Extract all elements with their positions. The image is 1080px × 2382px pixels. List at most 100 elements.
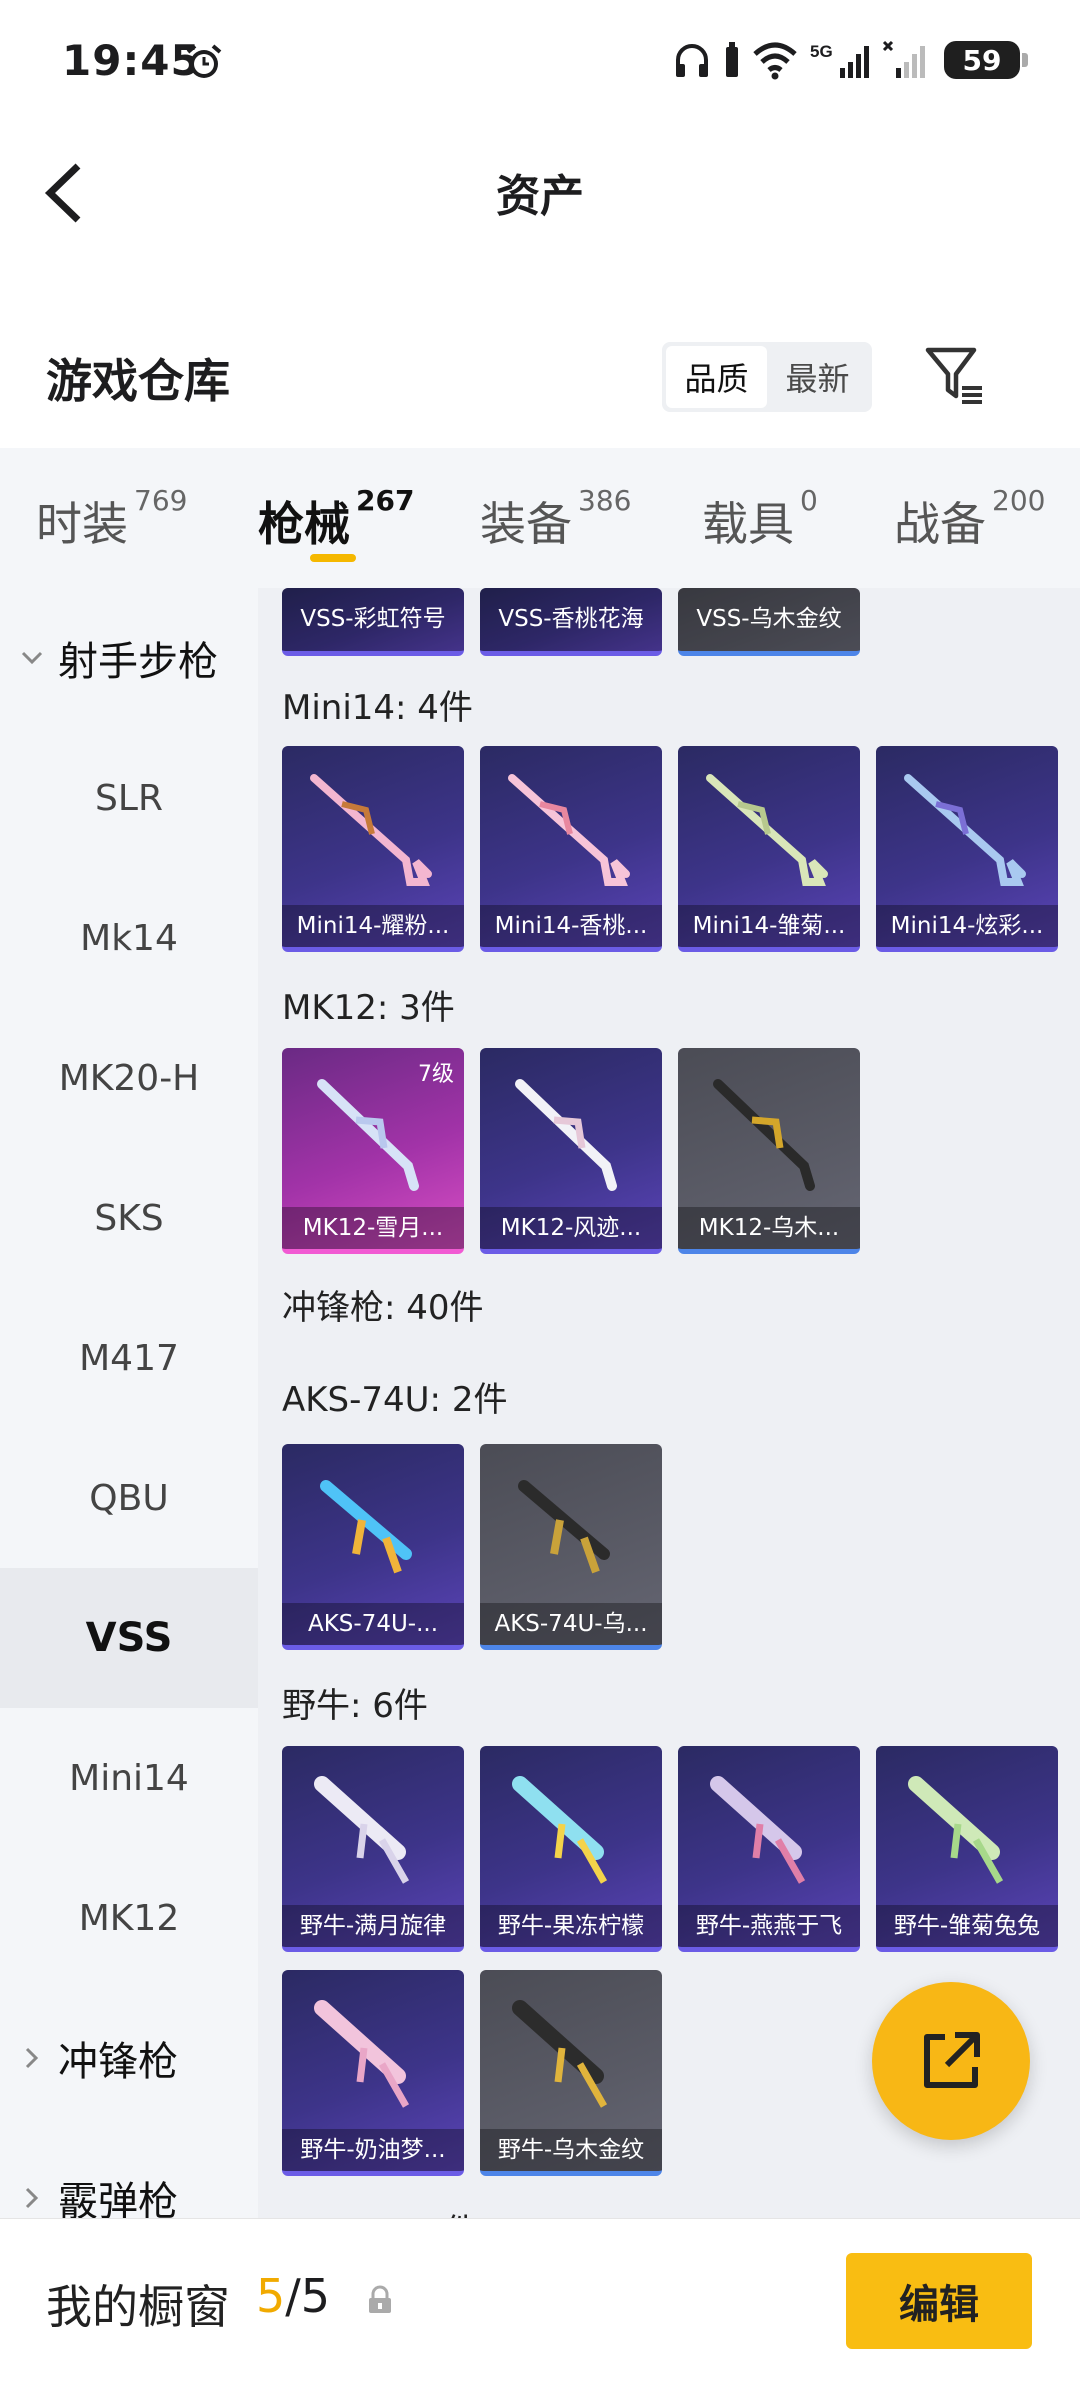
chevron-right-icon	[25, 2047, 39, 2069]
group-title-bizon: 野牛: 6件	[282, 1686, 428, 1726]
weapon-card[interactable]: 野牛-果冻柠檬	[480, 1746, 662, 1952]
tab-label: 载具	[702, 497, 794, 551]
weapon-name: 野牛-果冻柠檬	[480, 1905, 662, 1947]
sidebar-group-dmr[interactable]: 射手步枪	[0, 588, 258, 728]
weapon-card[interactable]: 野牛-雏菊兔兔	[876, 1746, 1058, 1952]
weapon-name: MK12-雪月...	[282, 1207, 464, 1249]
rifle-icon	[310, 774, 432, 886]
weapon-card[interactable]: VSS-乌木金纹	[678, 588, 860, 656]
weapon-name: Mini14-炫彩...	[876, 905, 1058, 947]
weapon-name: Mini14-耀粉...	[282, 905, 464, 947]
headphones-icon	[676, 44, 708, 77]
tab-equipment[interactable]: 装备 386	[480, 484, 631, 554]
tab-label: 时装	[36, 497, 128, 551]
smg-icon	[908, 1776, 1004, 1884]
group-title-smg: 冲锋枪: 40件	[282, 1288, 484, 1328]
showcase-label: 我的橱窗	[46, 2280, 230, 2334]
tab-label: 枪械	[258, 497, 350, 551]
battery-indicator: 59	[944, 41, 1028, 79]
sidebar-group-shotgun[interactable]: 霰弹枪	[0, 2128, 258, 2218]
weapon-card[interactable]: Mini14-雏菊...	[678, 746, 860, 952]
sidebar-item-mk12[interactable]: MK12	[0, 1848, 258, 1988]
status-icons: 5G 59	[672, 36, 1028, 84]
tab-vehicles[interactable]: 载具 0	[702, 484, 818, 554]
weapon-name: 野牛-燕燕于飞	[678, 1905, 860, 1947]
weapon-name: Mini14-雏菊...	[678, 905, 860, 947]
sidebar-item-vss[interactable]: VSS	[0, 1568, 258, 1708]
weapon-name: VSS-彩虹符号	[282, 588, 464, 651]
sidebar-item-label: 霰弹枪	[58, 2179, 178, 2218]
status-bar: 19:45 5G 59	[0, 0, 1080, 120]
weapon-name: MK12-风迹...	[480, 1207, 662, 1249]
weapon-card[interactable]: AKS-74U-乌...	[480, 1444, 662, 1650]
sidebar-item-sks[interactable]: SKS	[0, 1148, 258, 1288]
filter-icon[interactable]	[924, 344, 986, 406]
weapon-name: 野牛-雏菊兔兔	[876, 1905, 1058, 1947]
showcase-total: /5	[285, 2269, 331, 2323]
smg-icon	[512, 1776, 608, 1884]
sidebar-item-mk20h[interactable]: MK20-H	[0, 1008, 258, 1148]
weapon-card[interactable]: MK12-乌木...	[678, 1048, 860, 1254]
chevron-right-icon	[25, 2187, 39, 2209]
rifle-icon	[706, 774, 828, 886]
rifle-icon	[515, 1079, 617, 1191]
rifle-icon	[317, 1079, 419, 1191]
tab-supplies[interactable]: 战备 200	[894, 484, 1045, 554]
sidebar-item-m417[interactable]: M417	[0, 1288, 258, 1428]
weapon-name: VSS-香桃花海	[480, 588, 662, 651]
weapon-card[interactable]: Mini14-香桃...	[480, 746, 662, 952]
weapon-card[interactable]: 野牛-奶油梦...	[282, 1970, 464, 2176]
sort-toggle: 品质 最新	[662, 342, 872, 412]
wifi-icon	[753, 42, 797, 80]
weapon-card[interactable]: Mini14-炫彩...	[876, 746, 1058, 952]
active-tab-indicator	[310, 554, 356, 562]
weapon-grid: VSS-彩虹符号 VSS-香桃花海 VSS-乌木金纹 Mini14: 4件 Mi…	[258, 588, 1080, 2218]
tab-label: 装备	[480, 497, 572, 551]
weapon-type-sidebar: 射手步枪 SLR Mk14 MK20-H SKS M417 QBU VSS Mi…	[0, 588, 258, 2218]
category-tabs: 时装 769 枪械 267 装备 386 载具 0 战备 200	[0, 448, 1080, 588]
weapon-card[interactable]: Mini14-耀粉...	[282, 746, 464, 952]
tab-weapons[interactable]: 枪械 267	[258, 484, 414, 554]
sidebar-item-mini14[interactable]: Mini14	[0, 1708, 258, 1848]
rifle-icon	[713, 1079, 815, 1191]
smg-icon	[314, 2000, 410, 2108]
group-title-mini14: Mini14: 4件	[282, 688, 473, 728]
sort-option-quality[interactable]: 品质	[666, 346, 767, 408]
signal-weak-icon	[882, 40, 925, 78]
rifle-icon	[508, 774, 630, 886]
tab-count: 769	[134, 484, 188, 517]
sidebar-item-label: 冲锋枪	[58, 2039, 178, 2085]
weapon-card[interactable]: 野牛-乌木金纹	[480, 1970, 662, 2176]
weapon-card[interactable]: MK12-风迹...	[480, 1048, 662, 1254]
weapon-card[interactable]: VSS-彩虹符号	[282, 588, 464, 656]
weapon-name: MK12-乌木...	[678, 1207, 860, 1249]
tab-count: 0	[800, 484, 818, 517]
weapon-card[interactable]: 野牛-燕燕于飞	[678, 1746, 860, 1952]
tab-fashion[interactable]: 时装 769	[36, 484, 187, 554]
weapon-name: VSS-乌木金纹	[678, 588, 860, 651]
page-title: 资产	[496, 171, 584, 222]
tab-count: 200	[992, 484, 1046, 517]
sidebar-group-smg[interactable]: 冲锋枪	[0, 1988, 258, 2128]
sidebar-item-qbu[interactable]: QBU	[0, 1428, 258, 1568]
weapon-card[interactable]: 野牛-满月旋律	[282, 1746, 464, 1952]
weapon-name: Mini14-香桃...	[480, 905, 662, 947]
weapon-card[interactable]: 7级 MK12-雪月...	[282, 1048, 464, 1254]
sidebar-item-slr[interactable]: SLR	[0, 728, 258, 868]
share-icon	[924, 2032, 980, 2088]
sort-option-newest[interactable]: 最新	[767, 346, 868, 408]
smg-icon	[320, 1480, 412, 1574]
sidebar-item-mk14[interactable]: Mk14	[0, 868, 258, 1008]
smg-icon	[518, 1480, 610, 1574]
edit-button[interactable]: 编辑	[846, 2253, 1032, 2349]
alarm-icon	[186, 44, 222, 78]
weapon-name: 野牛-奶油梦...	[282, 2129, 464, 2171]
signal-5g-icon: 5G	[810, 42, 869, 78]
warehouse-title: 游戏仓库	[46, 354, 230, 408]
sidebar-item-label: 射手步枪	[58, 639, 218, 685]
weapon-name: AKS-74U-乌...	[480, 1603, 662, 1645]
weapon-card[interactable]: AKS-74U-...	[282, 1444, 464, 1650]
weapon-card[interactable]: VSS-香桃花海	[480, 588, 662, 656]
share-button[interactable]	[872, 1982, 1030, 2140]
showcase-count: 5/5	[256, 2269, 330, 2323]
